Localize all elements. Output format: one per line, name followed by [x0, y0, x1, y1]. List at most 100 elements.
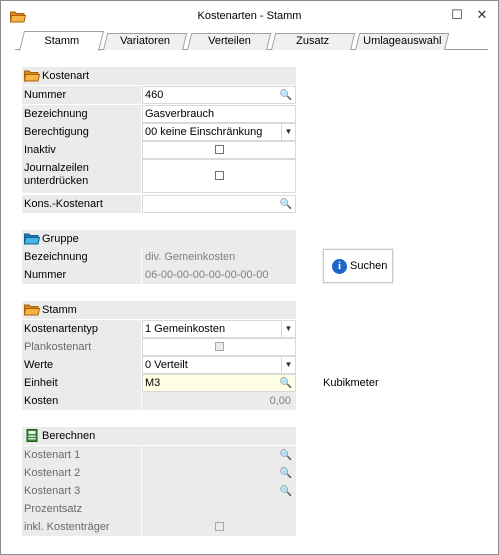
lookup-icon: 🔍	[279, 450, 292, 461]
berechtigung-label: Berechtigung	[22, 123, 141, 141]
section-berechnen: Berechnen	[22, 427, 296, 445]
suchen-label: Suchen	[350, 260, 388, 272]
kostenart-1-field: 🔍	[142, 446, 296, 464]
row-inkl-kostentraeger: inkl. Kostenträger	[22, 518, 296, 536]
journal-label-line2: unterdrücken	[24, 175, 89, 187]
section-title: Kostenart	[42, 70, 90, 82]
journalzeilen-checkbox[interactable]	[215, 171, 224, 180]
section-kostenart: Kostenart	[22, 67, 296, 85]
gruppe-nummer-value: 06-00-00-00-00-00-00-00	[145, 269, 269, 281]
kosten-field: 0,00	[142, 392, 296, 410]
bezeichnung-field[interactable]: Gasverbrauch	[142, 105, 296, 123]
bezeichnung-label: Bezeichnung	[22, 105, 141, 123]
inaktiv-checkbox[interactable]	[215, 145, 224, 154]
berechtigung-select[interactable]: 00 keine Einschränkung ▼	[142, 123, 296, 141]
gruppe-nummer-field: 06-00-00-00-00-00-00-00	[142, 266, 296, 284]
inaktiv-label: Inaktiv	[22, 141, 141, 159]
row-nummer: Nummer 460 🔍	[22, 86, 296, 104]
folder-icon	[24, 70, 40, 82]
kosten-label: Kosten	[22, 392, 141, 410]
nummer-label: Nummer	[22, 86, 141, 104]
row-einheit: Einheit M3 🔍	[22, 374, 296, 392]
row-gruppe-bezeichnung: Bezeichnung div. Gemeinkosten	[22, 248, 296, 266]
section-title: Gruppe	[42, 233, 79, 245]
kostenarten-window: Kostenarten - Stamm ☐ ✕ Stamm Variatoren…	[0, 0, 499, 555]
folder-blue-icon	[24, 233, 40, 245]
row-kosten: Kosten 0,00	[22, 392, 296, 410]
einheit-field[interactable]: M3 🔍	[142, 374, 296, 392]
journalzeilen-label: Journalzeilen unterdrücken	[22, 159, 141, 193]
tab-umlageauswahl[interactable]: Umlageauswahl	[355, 33, 450, 50]
einheit-value: M3	[145, 377, 161, 389]
prozentsatz-label: Prozentsatz	[22, 500, 141, 518]
section-title: Berechnen	[42, 430, 96, 442]
kostenartentyp-label: Kostenartentyp	[22, 320, 141, 338]
inkl-kostentraeger-cell	[142, 518, 296, 536]
einheit-label: Einheit	[22, 374, 141, 392]
row-journalzeilen: Journalzeilen unterdrücken	[22, 159, 296, 193]
row-inaktiv: Inaktiv	[22, 141, 296, 159]
kostenart-1-label: Kostenart 1	[22, 446, 141, 464]
nummer-field[interactable]: 460 🔍	[142, 86, 296, 104]
row-kostenart-2: Kostenart 2 🔍	[22, 464, 296, 482]
row-kostenart-1: Kostenart 1 🔍	[22, 446, 296, 464]
gruppe-bezeichnung-value: div. Gemeinkosten	[145, 251, 236, 263]
kostenartentyp-value: 1 Gemeinkosten	[145, 323, 226, 335]
close-button[interactable]: ✕	[471, 5, 493, 27]
window-title: Kostenarten - Stamm	[197, 10, 302, 22]
row-gruppe-nummer: Nummer 06-00-00-00-00-00-00-00	[22, 266, 296, 284]
kostenart-3-field: 🔍	[142, 482, 296, 500]
bezeichnung-value: Gasverbrauch	[145, 108, 215, 120]
row-plankostenart: Plankostenart	[22, 338, 296, 356]
tab-variatoren[interactable]: Variatoren	[103, 33, 188, 50]
folder-icon	[24, 304, 40, 316]
tab-bar: Stamm Variatoren Verteilen Zusatz Umlage…	[1, 31, 498, 51]
chevron-down-icon[interactable]: ▼	[281, 124, 295, 140]
lookup-icon[interactable]: 🔍	[280, 88, 292, 104]
tab-stamm[interactable]: Stamm	[19, 31, 104, 51]
kons-kostenart-label: Kons.-Kostenart	[22, 195, 141, 213]
lookup-icon[interactable]: 🔍	[280, 376, 292, 392]
lookup-icon: 🔍	[279, 468, 292, 479]
lookup-icon: 🔍	[279, 486, 292, 497]
tab-verteilen[interactable]: Verteilen	[187, 33, 272, 50]
calculator-icon	[26, 429, 38, 442]
section-stamm: Stamm	[22, 301, 296, 319]
kostenartentyp-select[interactable]: 1 Gemeinkosten ▼	[142, 320, 296, 338]
kons-kostenart-field[interactable]: 🔍	[142, 195, 296, 213]
info-icon: i	[332, 259, 347, 274]
gruppe-bezeichnung-field: div. Gemeinkosten	[142, 248, 296, 266]
row-kostenartentyp: Kostenartentyp 1 Gemeinkosten ▼	[22, 320, 296, 338]
kostenart-2-label: Kostenart 2	[22, 464, 141, 482]
gruppe-nummer-label: Nummer	[22, 266, 141, 284]
stamm-panel: Kostenart Nummer 460 🔍 Bezeichnung Gasver…	[1, 51, 498, 554]
lookup-icon[interactable]: 🔍	[280, 197, 292, 213]
werte-label: Werte	[22, 356, 141, 374]
chevron-down-icon[interactable]: ▼	[281, 321, 295, 337]
plankostenart-label: Plankostenart	[22, 338, 141, 356]
maximize-button[interactable]: ☐	[446, 5, 468, 27]
row-prozentsatz: Prozentsatz	[22, 500, 296, 518]
row-kostenart-3: Kostenart 3 🔍	[22, 482, 296, 500]
gruppe-bezeichnung-label: Bezeichnung	[22, 248, 141, 266]
inkl-kostentraeger-checkbox[interactable]	[215, 522, 224, 531]
suchen-button[interactable]: i Suchen	[323, 249, 393, 283]
kostenart-3-label: Kostenart 3	[22, 482, 141, 500]
title-bar: Kostenarten - Stamm ☐ ✕	[1, 1, 498, 31]
tab-label: Stamm	[43, 35, 79, 47]
plankostenart-cell	[142, 338, 296, 356]
einheit-description: Kubikmeter	[323, 377, 379, 389]
nummer-value: 460	[145, 89, 164, 101]
journalzeilen-cell	[142, 159, 296, 193]
section-gruppe: Gruppe	[22, 230, 296, 248]
row-bezeichnung: Bezeichnung Gasverbrauch	[22, 105, 296, 123]
inaktiv-cell	[142, 141, 296, 159]
tab-zusatz[interactable]: Zusatz	[271, 33, 356, 50]
plankostenart-checkbox[interactable]	[215, 342, 224, 351]
row-berechtigung: Berechtigung 00 keine Einschränkung ▼	[22, 123, 296, 141]
chevron-down-icon[interactable]: ▼	[281, 357, 295, 373]
werte-value: 0 Verteilt	[145, 359, 188, 371]
row-werte: Werte 0 Verteilt ▼	[22, 356, 296, 374]
werte-select[interactable]: 0 Verteilt ▼	[142, 356, 296, 374]
prozentsatz-field	[142, 500, 296, 518]
